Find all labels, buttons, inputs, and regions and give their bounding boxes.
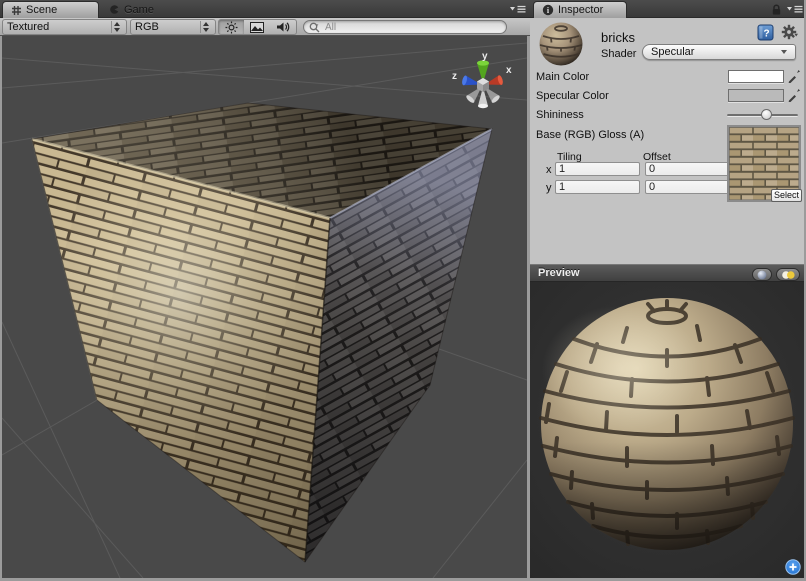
shader-field-label: Shader xyxy=(601,48,636,60)
dropdown-stepper-icon xyxy=(111,21,122,33)
scene-search-input[interactable]: All xyxy=(303,20,507,34)
preview-sphere xyxy=(530,282,804,578)
preview-title: Preview xyxy=(530,267,580,279)
inspector-lock-icon[interactable] xyxy=(771,4,782,16)
tab-game-label: Game xyxy=(124,4,154,16)
preview-canvas[interactable] xyxy=(530,282,804,578)
eyedropper-icon[interactable] xyxy=(787,68,802,83)
shininess-thumb[interactable] xyxy=(761,109,772,120)
inspector-tabstrip: i Inspector xyxy=(530,0,804,18)
scene-canvas: y z x xyxy=(2,36,527,578)
eyedropper-icon[interactable] xyxy=(787,87,802,102)
inspector-panel-menu-icon[interactable] xyxy=(786,5,804,14)
search-text: All xyxy=(325,22,336,33)
color-channels-dropdown[interactable]: RGB xyxy=(130,19,216,35)
uv-row-x-axis-label: x xyxy=(546,164,552,176)
specular-color-label: Specular Color xyxy=(536,90,609,102)
draw-mode-dropdown[interactable]: Textured xyxy=(2,19,127,35)
sun-icon xyxy=(225,21,238,34)
shader-value: Specular xyxy=(651,46,694,58)
specular-color-swatch[interactable] xyxy=(728,89,784,102)
main-color-swatch[interactable] xyxy=(728,70,784,83)
unity-editor-window: Scene Game Textured RGB xyxy=(0,0,806,581)
image-icon xyxy=(250,22,264,33)
material-preview-thumbnail xyxy=(538,21,584,67)
inspector-icon: i xyxy=(542,4,554,16)
color-channels-value: RGB xyxy=(135,21,196,33)
game-icon xyxy=(109,4,120,15)
tiling-x-input[interactable] xyxy=(555,162,640,176)
tab-scene[interactable]: Scene xyxy=(2,1,99,18)
gizmo-x-label[interactable]: x xyxy=(506,65,512,76)
preview-lighting-icon xyxy=(781,270,796,280)
search-icon xyxy=(309,22,322,33)
preview-header[interactable]: Preview xyxy=(530,264,804,282)
tab-inspector[interactable]: i Inspector xyxy=(533,1,627,18)
gizmo-y-label[interactable]: y xyxy=(482,51,488,62)
gear-icon[interactable] xyxy=(781,24,801,41)
tab-scene-label: Scene xyxy=(26,4,57,16)
audio-icon xyxy=(276,21,290,33)
scene-skybox-toggle[interactable] xyxy=(244,19,271,35)
preview-lighting-button[interactable] xyxy=(776,268,800,281)
tab-inspector-label: Inspector xyxy=(558,4,603,16)
preview-mesh-button[interactable] xyxy=(752,268,772,281)
select-texture-button[interactable]: Select xyxy=(771,189,802,202)
tiling-y-input[interactable] xyxy=(555,180,640,194)
shininess-slider[interactable] xyxy=(727,114,798,117)
shader-dropdown[interactable]: Specular xyxy=(642,44,796,60)
material-name: bricks xyxy=(601,30,635,45)
dropdown-stepper-icon xyxy=(200,21,211,33)
scene-audio-toggle[interactable] xyxy=(270,19,297,35)
preview-sphere-icon xyxy=(757,270,767,280)
svg-text:?: ? xyxy=(763,29,769,40)
scene-panel-menu-icon[interactable] xyxy=(509,5,527,14)
gizmo-z-label[interactable]: z xyxy=(452,71,457,82)
draw-mode-value: Textured xyxy=(7,21,107,33)
base-map-label: Base (RGB) Gloss (A) xyxy=(536,129,644,141)
scene-tabstrip: Scene Game xyxy=(0,0,530,18)
uv-row-y-axis-label: y xyxy=(546,182,552,194)
offset-x-input[interactable] xyxy=(645,162,730,176)
tab-game[interactable]: Game xyxy=(101,1,165,18)
offset-y-input[interactable] xyxy=(645,180,730,194)
help-icon[interactable]: ? xyxy=(757,24,774,41)
scene-toolbar: Textured RGB All xyxy=(0,18,530,36)
scene-grid-icon xyxy=(11,5,22,16)
main-color-label: Main Color xyxy=(536,71,589,83)
scene-viewport[interactable]: y z x xyxy=(0,36,530,578)
scene-lighting-toggle[interactable] xyxy=(218,19,245,35)
chevron-down-icon xyxy=(781,50,787,54)
add-icon[interactable] xyxy=(785,559,801,575)
shininess-label: Shininess xyxy=(536,109,584,121)
